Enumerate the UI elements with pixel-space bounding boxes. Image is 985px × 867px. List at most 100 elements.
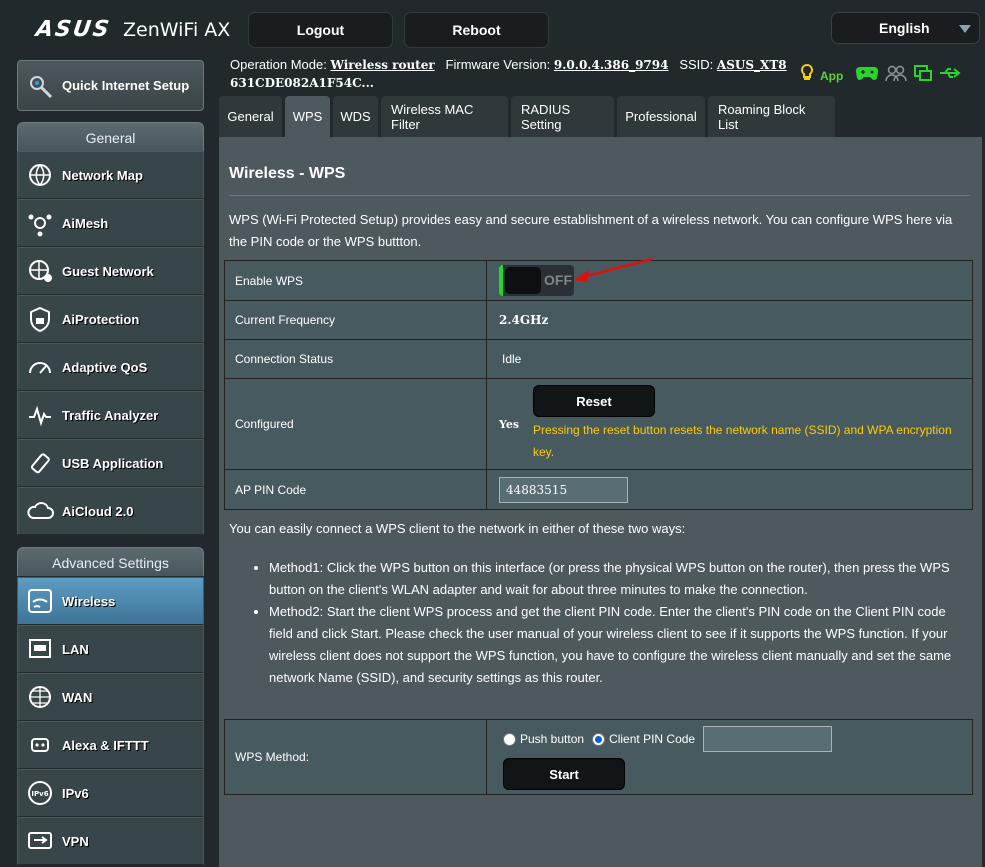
sidebar-item-label: Wireless bbox=[62, 593, 116, 609]
wps-method-cell: Push button Client PIN Code Start bbox=[486, 719, 973, 795]
configured-cell: Yes Reset Pressing the reset button rese… bbox=[486, 378, 973, 470]
reboot-button[interactable]: Reboot bbox=[404, 12, 549, 48]
page-title: Wireless - WPS bbox=[229, 165, 346, 182]
sidebar-item-label: LAN bbox=[62, 641, 89, 657]
operation-mode-label: Operation Mode: bbox=[230, 57, 327, 72]
tab-radius-setting[interactable]: RADIUS Setting bbox=[511, 96, 614, 137]
table-row: WPS Method: Push button Client PIN Code … bbox=[224, 719, 973, 795]
page-description: WPS (Wi-Fi Protected Setup) provides eas… bbox=[229, 212, 953, 249]
connection-status-value: Idle bbox=[486, 339, 973, 379]
sidebar-item-label: Guest Network bbox=[62, 263, 154, 279]
firmware-label: Firmware Version: bbox=[445, 57, 551, 72]
table-row: Enable WPS OFF bbox=[224, 257, 973, 301]
tab-general[interactable]: General bbox=[219, 96, 282, 137]
start-button[interactable]: Start bbox=[503, 758, 625, 790]
ssid-label: SSID: bbox=[679, 57, 714, 72]
client-pin-radio[interactable] bbox=[592, 732, 606, 746]
tab-roaming-block-list[interactable]: Roaming Block List bbox=[708, 96, 835, 137]
push-button-label: Push button bbox=[520, 732, 585, 746]
ssid-extra: 631CDE082A1F54C... bbox=[230, 76, 374, 90]
toggle-knob bbox=[505, 267, 541, 294]
devices-icon[interactable] bbox=[913, 64, 933, 87]
table-row: Current Frequency 2.4GHz bbox=[224, 300, 973, 340]
ssid-link[interactable]: ASUS_XT8 bbox=[717, 58, 787, 72]
cloud-icon bbox=[18, 489, 62, 533]
sidebar-item-aiprotection[interactable]: AiProtection bbox=[17, 295, 204, 343]
usb-status-icon[interactable] bbox=[939, 66, 961, 85]
sidebar-item-label: Network Map bbox=[62, 167, 143, 183]
sidebar-item-traffic-analyzer[interactable]: Traffic Analyzer bbox=[17, 391, 204, 439]
reset-button[interactable]: Reset bbox=[533, 385, 655, 417]
wps-method-table: WPS Method: Push button Client PIN Code … bbox=[224, 719, 973, 795]
enable-wps-cell: OFF bbox=[486, 257, 973, 301]
mesh-icon bbox=[18, 201, 62, 245]
red-arrow-annotation bbox=[573, 257, 653, 282]
bulb-icon[interactable] bbox=[800, 63, 814, 87]
content-panel: Wireless - WPS WPS (Wi-Fi Protected Setu… bbox=[219, 137, 982, 867]
wifi-icon bbox=[18, 579, 62, 623]
reset-note: Pressing the reset button resets the net… bbox=[533, 423, 952, 459]
shield-lock-icon bbox=[18, 297, 62, 341]
sidebar-item-lan[interactable]: LAN bbox=[17, 625, 204, 673]
configured-label: Configured bbox=[224, 378, 487, 470]
enable-wps-toggle[interactable]: OFF bbox=[499, 265, 574, 296]
firmware-link[interactable]: 9.0.0.4.386_9794 bbox=[554, 58, 669, 72]
tab-wps[interactable]: WPS bbox=[285, 96, 330, 137]
sidebar-item-guest-network[interactable]: Guest Network bbox=[17, 247, 204, 295]
sidebar-item-label: AiMesh bbox=[62, 215, 109, 231]
client-pin-label: Client PIN Code bbox=[609, 732, 696, 746]
title-divider bbox=[229, 195, 970, 196]
tab-wireless-mac-filter[interactable]: Wireless MAC Filter bbox=[381, 96, 508, 137]
method1-text: Method1: Click the WPS button on this in… bbox=[269, 557, 969, 601]
sidebar-item-alexa-ifttt[interactable]: Alexa & IFTTT bbox=[17, 721, 204, 769]
quick-internet-setup-button[interactable]: Quick Internet Setup bbox=[17, 60, 204, 111]
app-link[interactable]: App bbox=[820, 69, 843, 83]
vpn-icon bbox=[18, 819, 62, 863]
users-icon[interactable] bbox=[885, 64, 908, 87]
ap-pin-code-field[interactable]: 44883515 bbox=[499, 476, 628, 503]
client-pin-code-field[interactable] bbox=[703, 726, 833, 752]
chevron-down-icon bbox=[959, 25, 971, 33]
sidebar-item-aicloud[interactable]: AiCloud 2.0 bbox=[17, 487, 204, 535]
sidebar-item-wireless[interactable]: Wireless bbox=[17, 577, 204, 625]
table-row: Connection Status Idle bbox=[224, 339, 973, 379]
current-frequency-label: Current Frequency bbox=[224, 300, 487, 340]
sidebar-item-label: AiCloud 2.0 bbox=[62, 503, 134, 519]
tab-wds[interactable]: WDS bbox=[333, 96, 378, 137]
language-select[interactable]: English bbox=[831, 12, 980, 44]
pulse-icon bbox=[18, 393, 62, 437]
sidebar-item-label: USB Application bbox=[62, 455, 164, 471]
wps-method-label: WPS Method: bbox=[224, 719, 487, 795]
language-value: English bbox=[879, 20, 930, 36]
usb-icon bbox=[18, 441, 62, 485]
current-frequency-value: 2.4GHz bbox=[486, 300, 973, 340]
method2-text: Method2: Start the client WPS process an… bbox=[269, 601, 969, 689]
sidebar-item-network-map[interactable]: Network Map bbox=[17, 151, 204, 199]
lan-port-icon bbox=[18, 627, 62, 671]
sidebar-item-vpn[interactable]: VPN bbox=[17, 817, 204, 865]
guest-globe-icon bbox=[18, 249, 62, 293]
operation-mode-link[interactable]: Wireless router bbox=[330, 58, 434, 72]
asus-logo: ASUS bbox=[34, 17, 113, 42]
advanced-menu: Wireless LAN WAN Alexa & IFTTT IPv6 IPv6… bbox=[17, 577, 204, 865]
sidebar-item-wan[interactable]: WAN bbox=[17, 673, 204, 721]
globe-icon bbox=[18, 153, 62, 197]
sidebar-item-ipv6[interactable]: IPv6 IPv6 bbox=[17, 769, 204, 817]
tab-professional[interactable]: Professional bbox=[617, 96, 705, 137]
status-info-line: Operation Mode: Wireless router Firmware… bbox=[230, 56, 790, 92]
logout-button[interactable]: Logout bbox=[248, 12, 393, 48]
top-bar: ASUS ZenWiFi AX Logout Reboot English bbox=[0, 0, 985, 50]
wps-settings-table: Enable WPS OFF Current Frequency 2.4GHz … bbox=[224, 257, 973, 510]
general-section-title: General bbox=[17, 122, 204, 151]
gamepad-icon[interactable] bbox=[855, 64, 879, 87]
push-button-radio[interactable] bbox=[503, 732, 516, 746]
sidebar-item-label: IPv6 bbox=[62, 785, 89, 801]
general-menu: Network Map AiMesh Guest Network AiProte… bbox=[17, 151, 204, 535]
sidebar-item-adaptive-qos[interactable]: Adaptive QoS bbox=[17, 343, 204, 391]
sidebar-item-aimesh[interactable]: AiMesh bbox=[17, 199, 204, 247]
wand-icon bbox=[18, 72, 62, 100]
connection-status-label: Connection Status bbox=[224, 339, 487, 379]
ways-intro: You can easily connect a WPS client to t… bbox=[229, 521, 686, 536]
methods-list: Method1: Click the WPS button on this in… bbox=[269, 557, 969, 689]
sidebar-item-usb-application[interactable]: USB Application bbox=[17, 439, 204, 487]
